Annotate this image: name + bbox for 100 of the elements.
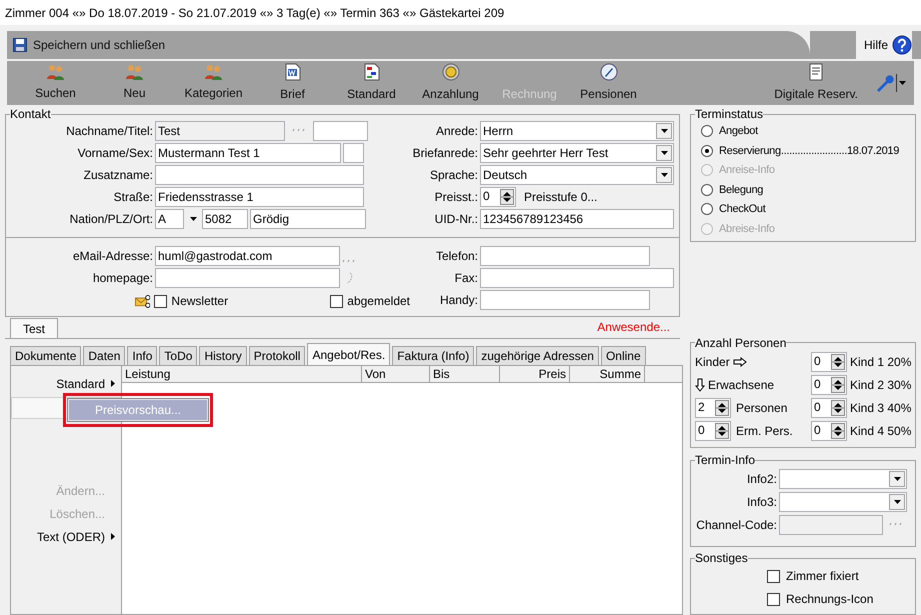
text-field[interactable] <box>480 246 650 266</box>
spin-arrows-icon[interactable] <box>715 422 729 439</box>
group-title: Sonstiges <box>695 551 748 565</box>
number-field[interactable]: 0 <box>811 374 847 395</box>
pen-icon <box>600 63 618 81</box>
checkbox[interactable] <box>154 294 168 308</box>
column-header[interactable]: Von <box>362 366 430 382</box>
number-field[interactable]: 0 <box>480 187 516 207</box>
toolbar-button[interactable]: Anzahlung <box>411 63 490 103</box>
tab[interactable]: Info <box>127 346 158 365</box>
tab[interactable]: Angebot/Res. <box>307 343 390 365</box>
tab[interactable]: Dokumente <box>10 346 82 365</box>
text-field[interactable]: 123456789123456 <box>480 209 674 229</box>
price-level-text: Preisstufe 0... <box>524 189 598 206</box>
toolbar-button[interactable]: Standard <box>332 63 411 103</box>
number-field[interactable]: 2 <box>695 398 731 418</box>
spin-arrows-icon[interactable] <box>831 354 845 370</box>
menu-item[interactable]: Standard <box>11 372 121 395</box>
number-field[interactable]: 0 <box>811 398 847 418</box>
field-label: Anrede: <box>434 123 478 140</box>
text-field[interactable]: Mustermann Test 1 <box>155 143 341 163</box>
radio-button[interactable] <box>701 203 713 216</box>
radio-label: Reservierung........................18.07.2019 <box>719 144 900 158</box>
tab[interactable]: ToDo <box>159 346 198 365</box>
radio-button[interactable] <box>701 125 713 138</box>
field-label: Kind 4 50% <box>850 422 912 440</box>
checkbox[interactable] <box>767 570 780 582</box>
checkbox[interactable] <box>767 592 780 606</box>
spin-arrows-icon[interactable] <box>715 400 729 416</box>
save-button[interactable]: Speichern und schließen <box>13 36 166 54</box>
tab[interactable]: Protokoll <box>248 346 306 365</box>
document-icon <box>284 63 300 81</box>
toolbar-button[interactable]: Brief <box>253 63 332 103</box>
text-field[interactable] <box>779 515 883 536</box>
dropdown[interactable] <box>779 492 907 512</box>
spin-arrows-icon[interactable] <box>831 422 845 439</box>
tab[interactable]: Daten <box>83 346 126 365</box>
field-label: Channel-Code: <box>695 517 777 534</box>
spin-arrows-icon[interactable] <box>831 400 845 416</box>
text-field[interactable] <box>480 290 650 310</box>
present-guests-link[interactable]: Anwesende... <box>597 318 670 336</box>
radio-label: Abreise-Info <box>719 222 775 236</box>
group-title: Kontakt <box>10 107 51 121</box>
text-field[interactable] <box>155 268 340 288</box>
column-header[interactable]: Summe <box>570 366 645 382</box>
text-field[interactable]: 5082 <box>202 209 248 229</box>
text-field[interactable]: Grödig <box>250 209 366 229</box>
text-field[interactable] <box>480 268 674 288</box>
dropdown[interactable]: Sehr geehrter Herr Test <box>480 143 674 163</box>
field-label: eMail-Adresse: <box>72 248 153 265</box>
number-field[interactable]: 0 <box>811 352 847 372</box>
toolbar-button[interactable]: Pensionen <box>569 63 648 103</box>
column-header[interactable]: Bis <box>430 366 500 382</box>
text-field[interactable]: A <box>155 209 184 229</box>
radio-label: Anreise-Info <box>719 163 775 178</box>
text-field[interactable] <box>155 165 364 185</box>
toolbar-button[interactable]: Neu <box>95 64 174 102</box>
caret-icon <box>190 217 196 221</box>
browse-dots-icon[interactable] <box>342 259 356 263</box>
field-label: Vorname/Sex: <box>76 145 153 162</box>
toolbar-button[interactable]: Kategorien <box>174 64 253 102</box>
radio-button[interactable] <box>701 184 713 196</box>
notepad-icon <box>809 63 824 81</box>
toolbar-button[interactable]: Digitale Reserv. <box>774 63 858 103</box>
checkbox[interactable] <box>330 294 344 308</box>
column-header[interactable]: Leistung <box>122 366 362 382</box>
field-label: Nation/PLZ/Ort: <box>68 211 153 228</box>
field-label: Erwachsene <box>708 376 774 394</box>
column-header[interactable]: Preis <box>500 366 570 382</box>
text-field[interactable] <box>343 143 364 163</box>
field-label: Kind 3 40% <box>850 400 912 417</box>
number-field[interactable]: 0 <box>695 420 731 441</box>
field-label: Preisst.: <box>434 189 478 206</box>
tab[interactable]: Online <box>600 346 646 365</box>
window-title: Zimmer 004 «» Do 18.07.2019 - So 21.07.2019 «» 3 Tag(e) «» Termin 363 «» Gästekartei 209 <box>5 4 504 22</box>
text-field[interactable]: huml@gastrodat.com <box>155 246 340 266</box>
help-icon[interactable] <box>892 35 912 55</box>
radio-button[interactable] <box>701 144 713 157</box>
spin-arrows-icon[interactable] <box>500 189 514 205</box>
browse-dots-icon[interactable] <box>292 128 306 132</box>
caret-icon <box>899 81 906 85</box>
field-label: UID-Nr.: <box>434 211 478 228</box>
browse-dots-icon[interactable] <box>889 522 903 526</box>
spin-arrows-icon[interactable] <box>831 376 845 393</box>
dropdown[interactable]: Herrn <box>480 121 674 141</box>
dropdown[interactable] <box>779 469 907 490</box>
menu-item[interactable]: Text (ODER) <box>11 525 121 548</box>
text-field[interactable]: Friedensstrasse 1 <box>155 187 364 207</box>
text-field[interactable] <box>313 121 368 141</box>
number-field[interactable]: 0 <box>811 420 847 441</box>
tab[interactable]: Test <box>10 318 58 338</box>
tab[interactable]: History <box>199 346 247 365</box>
dropdown[interactable]: Deutsch <box>480 165 674 185</box>
people-icon <box>126 64 144 80</box>
toolbar-button[interactable]: Suchen <box>16 64 95 102</box>
tab[interactable]: Faktura (Info) <box>392 346 474 365</box>
text-field[interactable]: Test <box>155 121 285 141</box>
caret-icon <box>894 500 900 504</box>
chart-document-icon <box>364 63 380 81</box>
tab[interactable]: zugehörige Adressen <box>476 346 599 365</box>
